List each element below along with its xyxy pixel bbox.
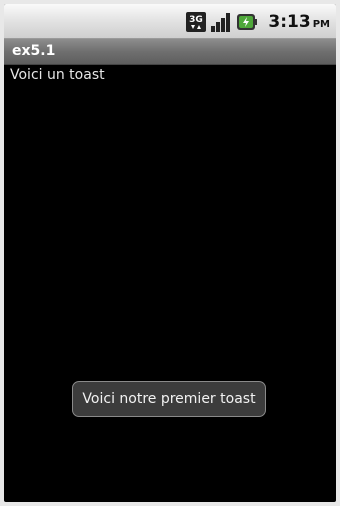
battery-charging-icon — [237, 14, 258, 30]
status-icons: 3G 3:13 PM — [186, 11, 330, 33]
app-title: ex5.1 — [12, 43, 56, 59]
toast-text: Voici notre premier toast — [82, 391, 256, 407]
status-clock: 3:13 PM — [268, 12, 330, 32]
signal-strength-icon — [211, 13, 231, 32]
content-text: Voici un toast — [10, 67, 105, 83]
status-bar: 3G 3:13 PM — [4, 4, 336, 39]
svg-text:3G: 3G — [190, 15, 204, 25]
device-screen: 3G 3:13PM ex5.1 Voici un toast Voici no — [4, 4, 336, 502]
title-bar: ex5.1 — [4, 39, 336, 65]
clock-ampm: PM — [312, 19, 330, 30]
3g-data-icon: 3G — [186, 12, 207, 32]
toast-message: Voici notre premier toast — [72, 381, 266, 417]
clock-time: 3:13 — [268, 12, 311, 32]
